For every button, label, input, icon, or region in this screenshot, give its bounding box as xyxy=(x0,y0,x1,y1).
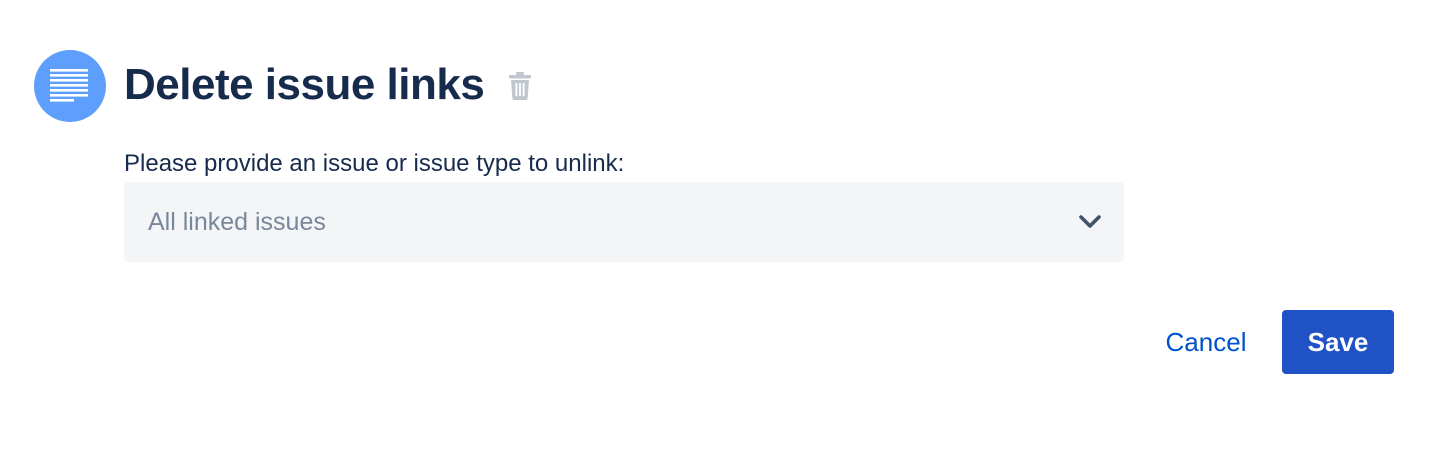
avatar xyxy=(34,50,106,122)
cancel-button[interactable]: Cancel xyxy=(1150,310,1262,374)
delete-button[interactable] xyxy=(508,72,532,101)
chevron-down-icon xyxy=(1079,215,1101,228)
text-lines-icon xyxy=(50,69,88,102)
page-title: Delete issue links xyxy=(124,60,485,109)
save-button[interactable]: Save xyxy=(1282,310,1394,374)
issue-select[interactable]: All linked issues xyxy=(124,182,1124,262)
field-label: Please provide an issue or issue type to… xyxy=(124,150,625,177)
select-value: All linked issues xyxy=(148,208,326,236)
trash-icon xyxy=(509,72,531,101)
